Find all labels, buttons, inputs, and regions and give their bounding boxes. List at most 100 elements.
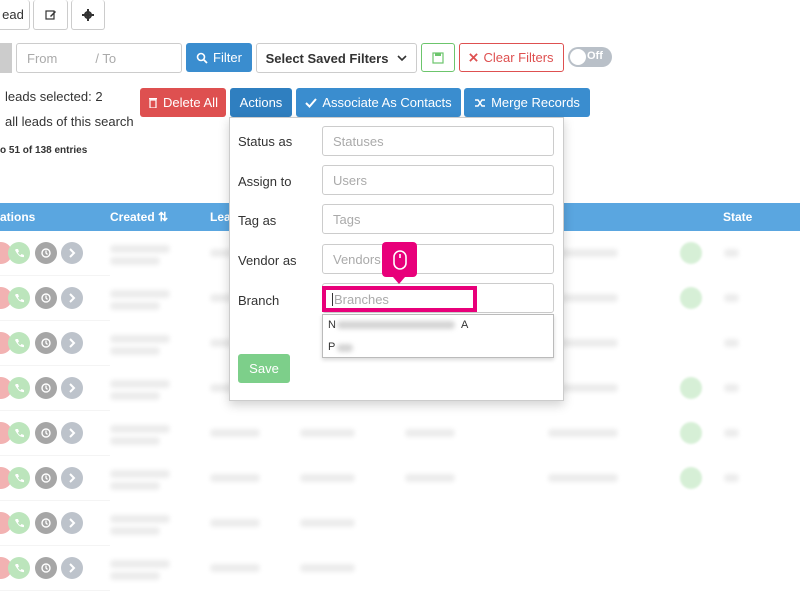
redacted-cell [110,425,170,433]
saved-filters-select[interactable]: Select Saved Filters [256,43,417,73]
clear-filters-label: Clear Filters [483,50,554,65]
redacted-cell [110,392,160,400]
filter-button[interactable]: Filter [186,43,252,72]
left-grey-block [0,43,12,73]
vendors-input[interactable]: Vendors [322,244,554,274]
associate-label: Associate As Contacts [322,95,452,110]
save-button[interactable]: Save [238,354,290,383]
save-filter-button[interactable] [421,43,455,72]
history-icon[interactable] [35,422,57,444]
phone-icon[interactable] [8,467,30,489]
save-label: Save [249,361,279,376]
redacted-cell [110,257,160,265]
history-icon[interactable] [35,557,57,579]
chevron-right-icon[interactable] [61,242,83,264]
close-icon [469,53,479,62]
chevron-right-icon[interactable] [61,332,83,354]
header-lead: Lea [210,210,231,224]
history-icon[interactable] [35,467,57,489]
history-icon[interactable] [35,512,57,534]
settings-button[interactable] [71,0,105,30]
redacted-cell [110,335,170,343]
table-row [0,456,800,501]
chevron-right-icon[interactable] [61,512,83,534]
redacted-cell [724,249,739,257]
redacted-cell [210,474,260,482]
tags-input[interactable]: Tags [322,204,554,234]
delete-all-button[interactable]: Delete All [140,88,226,117]
redacted-cell [110,302,160,310]
redacted-cell [724,429,739,437]
phone-icon[interactable] [8,512,30,534]
redacted-cell [110,470,170,478]
to-placeholder: / To [95,50,117,66]
table-row [0,501,800,546]
redacted-cell [724,339,739,347]
sort-icon: ⇅ [158,210,169,224]
phone-icon[interactable] [8,332,30,354]
chevron-right-icon[interactable] [61,467,83,489]
saved-filters-label: Select Saved Filters [265,50,389,66]
edit-button[interactable] [33,0,68,30]
redacted-cell [210,564,260,572]
chevron-right-icon[interactable] [61,422,83,444]
redacted-cell [405,474,455,482]
phone-icon[interactable] [8,242,30,264]
phone-icon[interactable] [8,287,30,309]
date-range-input[interactable]: From / To [16,43,182,73]
gear-icon [82,8,94,21]
redacted-cell [548,474,618,482]
chevron-right-icon[interactable] [61,377,83,399]
edit-icon [44,9,56,20]
mouse-click-badge [382,242,417,277]
assign-label: Assign to [238,174,292,189]
all-leads-text[interactable]: all leads of this search [5,114,134,129]
status-dot [680,422,702,444]
row-separator [0,590,110,591]
merge-records-button[interactable]: Merge Records [464,88,590,117]
option-2-blurred [337,344,353,352]
redacted-cell [300,519,355,527]
history-icon[interactable] [35,242,57,264]
search-icon [196,52,208,64]
trash-icon [149,98,158,108]
redacted-cell [110,437,160,445]
chevron-right-icon[interactable] [61,287,83,309]
delete-all-label: Delete All [163,95,218,110]
status-dot [680,287,702,309]
table-row [0,546,800,591]
redacted-cell [548,429,618,437]
branch-option-2[interactable]: P [328,341,368,353]
chevron-right-icon[interactable] [61,557,83,579]
statuses-input[interactable]: Statuses [322,126,554,156]
branch-option-1[interactable]: N A [328,319,478,331]
associate-contacts-button[interactable]: Associate As Contacts [296,88,461,117]
toggle-knob [570,49,586,65]
header-state: State [723,210,753,224]
badge-pointer [393,277,405,284]
history-icon[interactable] [35,332,57,354]
redacted-cell [110,527,160,535]
redacted-cell [300,564,355,572]
lead-tab-label: ead [2,7,24,22]
history-icon[interactable] [35,287,57,309]
history-icon[interactable] [35,377,57,399]
table-row [0,411,800,456]
redacted-cell [110,560,170,568]
header-actions: ations [0,210,36,224]
phone-icon[interactable] [8,422,30,444]
option-1-end: A [461,319,469,331]
off-toggle[interactable]: Off [568,47,612,67]
phone-icon[interactable] [8,557,30,579]
clear-filters-button[interactable]: Clear Filters [459,43,564,72]
actions-button[interactable]: Actions [230,88,292,117]
status-dot [680,467,702,489]
lead-tab-button[interactable]: ead [0,0,30,30]
users-input[interactable]: Users [322,165,554,195]
phone-icon[interactable] [8,377,30,399]
redacted-cell [110,482,160,490]
text-caret [332,293,333,306]
header-created[interactable]: Created ⇅ [110,210,168,224]
redacted-cell [210,429,260,437]
option-1-start: N [328,319,336,331]
